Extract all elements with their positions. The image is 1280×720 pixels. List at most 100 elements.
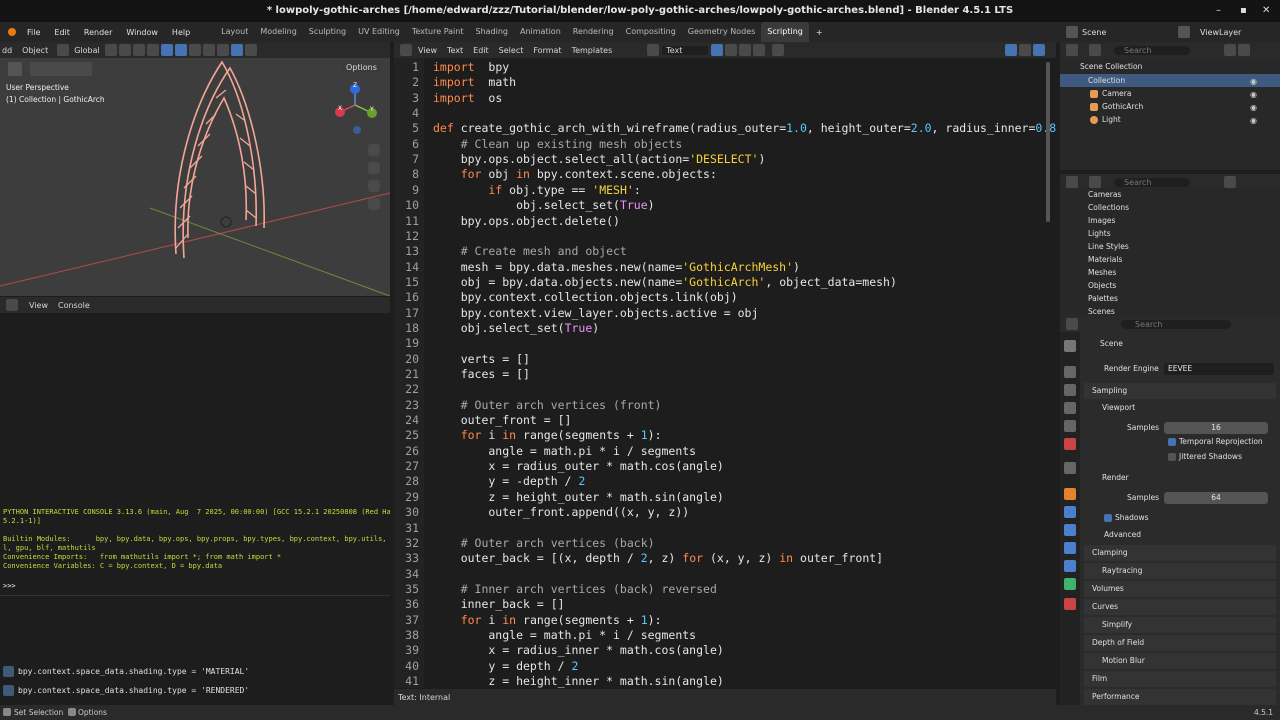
tab-uv-editing[interactable]: UV Editing: [352, 22, 406, 42]
code-line[interactable]: bpy.context.view_layer.objects.active = …: [433, 306, 759, 320]
shadows-checkbox[interactable]: Shadows: [1084, 510, 1276, 526]
code-line[interactable]: for i in range(segments + 1):: [433, 428, 662, 442]
minimize-button[interactable]: –: [1216, 0, 1221, 22]
text-menu-format[interactable]: Format: [528, 46, 566, 55]
editor-type-icon[interactable]: [400, 44, 412, 56]
code-line[interactable]: import bpy: [433, 60, 509, 74]
console-prompt[interactable]: >>>: [3, 582, 20, 591]
gizmo-toggle-icon[interactable]: [160, 44, 173, 56]
jittered-shadows-checkbox[interactable]: Jittered Shadows: [1084, 449, 1276, 465]
tab-modeling[interactable]: Modeling: [254, 22, 302, 42]
filter-icon[interactable]: [1224, 176, 1236, 188]
scene-tab-icon[interactable]: [1064, 420, 1076, 432]
menu-window[interactable]: Window: [119, 28, 165, 37]
viewlayer-icon[interactable]: [1178, 26, 1190, 38]
view-layer-tab-icon[interactable]: [1064, 402, 1076, 414]
tab-shading[interactable]: Shading: [469, 22, 514, 42]
new-collection-icon[interactable]: [1238, 44, 1250, 56]
outliner-row-collection[interactable]: Collection: [1060, 74, 1280, 87]
select-tool-icon[interactable]: [8, 62, 22, 76]
subsection-advanced[interactable]: Advanced: [1084, 527, 1276, 543]
properties-search[interactable]: Search: [1121, 319, 1231, 329]
editor-type-icon[interactable]: [1066, 176, 1078, 188]
temporal-reprojection-checkbox[interactable]: Temporal Reprojection: [1084, 434, 1276, 450]
history-item[interactable]: bpy.context.space_data.shading.type = 'M…: [3, 664, 249, 678]
data-row-lights[interactable]: Lights: [1060, 227, 1280, 240]
camera-view-icon[interactable]: [368, 180, 380, 192]
section-simplify[interactable]: Simplify: [1084, 617, 1276, 633]
tool-tab-icon[interactable]: [1064, 340, 1076, 352]
code-line[interactable]: outer_front = []: [433, 413, 572, 427]
code-line[interactable]: obj.select_set(True): [433, 321, 600, 335]
scrollbar[interactable]: [1046, 62, 1050, 222]
shading-solid-icon[interactable]: [216, 44, 229, 56]
physics-tab-icon[interactable]: [1064, 542, 1076, 554]
code-line[interactable]: for i in range(segments + 1):: [433, 613, 662, 627]
selection-mode-buttons[interactable]: [30, 62, 92, 76]
code-line[interactable]: bpy.context.collection.objects.link(obj): [433, 290, 738, 304]
tab-rendering[interactable]: Rendering: [567, 22, 620, 42]
code-line[interactable]: obj.select_set(True): [433, 198, 655, 212]
world-tab-icon[interactable]: [1064, 438, 1076, 450]
text-menu-text[interactable]: Text: [442, 46, 468, 55]
data-row-palettes[interactable]: Palettes: [1060, 292, 1280, 305]
code-line[interactable]: outer_back = [(x, depth / 2, z) for (x, …: [433, 551, 883, 565]
scene-icon[interactable]: [1066, 26, 1078, 38]
render-engine-select[interactable]: EEVEE: [1164, 363, 1274, 375]
object-tab-icon[interactable]: [1064, 488, 1076, 500]
code-line[interactable]: def create_gothic_arch_with_wireframe(ra…: [433, 121, 1056, 135]
text-menu-view[interactable]: View: [413, 46, 442, 55]
fake-user-icon[interactable]: [711, 44, 724, 56]
scene-selector[interactable]: Scene: [1082, 28, 1106, 37]
data-row-collections[interactable]: Collections: [1060, 201, 1280, 214]
visibility-icon[interactable]: [146, 44, 159, 56]
ortho-grid-icon[interactable]: [368, 198, 380, 210]
shading-material-icon[interactable]: [230, 44, 243, 56]
display-mode-icon[interactable]: [1089, 44, 1101, 56]
editor-type-icon[interactable]: [1066, 318, 1078, 330]
tab-scripting[interactable]: Scripting: [761, 22, 809, 42]
section-volumes[interactable]: Volumes: [1084, 581, 1276, 597]
blender-logo-icon[interactable]: [8, 28, 16, 36]
section-sampling[interactable]: Sampling: [1084, 383, 1276, 399]
data-row-objects[interactable]: Objects: [1060, 279, 1280, 292]
menu-render[interactable]: Render: [77, 28, 119, 37]
object-menu[interactable]: Object: [14, 46, 56, 55]
unlink-text-icon[interactable]: [753, 44, 766, 56]
console-menu-console[interactable]: Console: [58, 301, 90, 310]
snap-icon[interactable]: [118, 44, 131, 56]
line-numbers-toggle-icon[interactable]: [1005, 44, 1018, 56]
data-row-cameras[interactable]: Cameras: [1060, 188, 1280, 201]
code-line[interactable]: obj = bpy.data.objects.new(name='GothicA…: [433, 275, 897, 289]
zoom-icon[interactable]: [368, 144, 380, 156]
menu-file[interactable]: File: [20, 28, 47, 37]
code-line[interactable]: z = height_inner * math.sin(angle): [433, 674, 723, 688]
viewlayer-selector[interactable]: ViewLayer: [1200, 28, 1241, 37]
data-row-scenes[interactable]: Scenes: [1060, 305, 1280, 316]
code-line[interactable]: verts = []: [433, 352, 530, 366]
menu-help[interactable]: Help: [165, 28, 197, 37]
code-line[interactable]: # Inner arch vertices (back) reversed: [433, 582, 717, 596]
outliner-row-scene-collection[interactable]: Scene Collection: [1060, 60, 1280, 73]
options-dropdown[interactable]: Options: [342, 62, 381, 73]
code-line[interactable]: y = depth / 2: [433, 659, 578, 673]
code-line[interactable]: y = -depth / 2: [433, 474, 585, 488]
maximize-button[interactable]: ▪: [1240, 0, 1247, 22]
render-tab-icon[interactable]: [1064, 366, 1076, 378]
code-line[interactable]: for obj in bpy.context.scene.objects:: [433, 167, 717, 181]
subsection-render[interactable]: Render: [1084, 470, 1276, 486]
constraints-tab-icon[interactable]: [1064, 560, 1076, 572]
tab-layout[interactable]: Layout: [215, 22, 254, 42]
code-line[interactable]: import os: [433, 91, 502, 105]
code-line[interactable]: z = height_outer * math.sin(angle): [433, 490, 723, 504]
proportional-edit-icon[interactable]: [132, 44, 145, 56]
shading-rendered-icon[interactable]: [244, 44, 257, 56]
python-console[interactable]: PYTHON INTERACTIVE CONSOLE 3.13.6 (main,…: [0, 313, 390, 705]
history-item[interactable]: bpy.context.space_data.shading.type = 'R…: [3, 683, 249, 697]
section-raytracing[interactable]: Raytracing: [1084, 563, 1276, 579]
output-tab-icon[interactable]: [1064, 384, 1076, 396]
section-performance[interactable]: Performance: [1084, 689, 1276, 705]
code-line[interactable]: # Create mesh and object: [433, 244, 627, 258]
close-button[interactable]: ✕: [1262, 0, 1270, 22]
code-line[interactable]: # Clean up existing mesh objects: [433, 137, 683, 151]
